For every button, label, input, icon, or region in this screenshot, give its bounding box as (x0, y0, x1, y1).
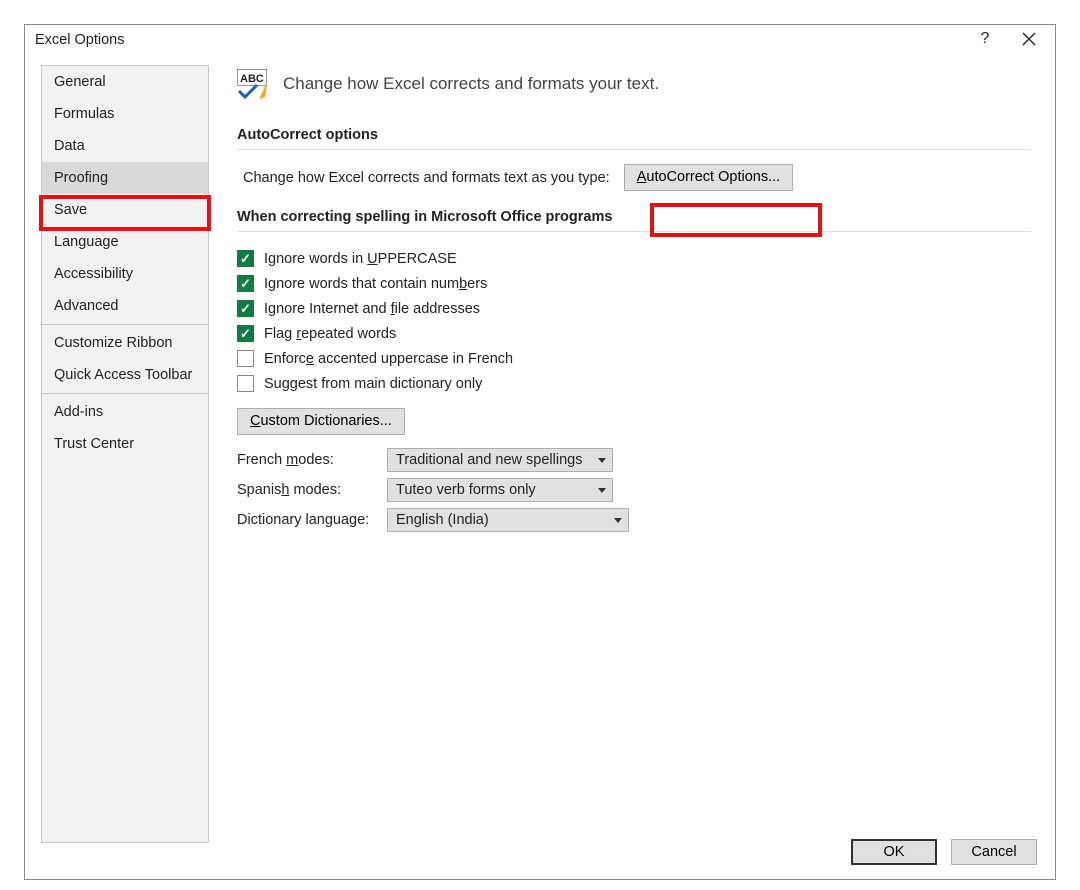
help-button[interactable]: ? (969, 25, 1001, 53)
form-row: French modes: Traditional and new spellin… (237, 445, 1031, 475)
section-heading-autocorrect: AutoCorrect options (237, 127, 1031, 143)
combo-box[interactable]: English (India) (387, 508, 629, 532)
sidebar-separator (42, 324, 208, 325)
checkbox-label[interactable]: Enforce accented uppercase in French (264, 351, 513, 367)
spelling-form-rows: French modes: Traditional and new spellin… (237, 445, 1031, 535)
sidebar-item-add-ins[interactable]: Add-ins (42, 396, 208, 428)
form-label: French modes: (237, 452, 387, 468)
dialog-footer: OK Cancel (851, 839, 1037, 865)
divider (237, 231, 1031, 232)
cancel-button[interactable]: Cancel (951, 839, 1037, 865)
autocorrect-options-button[interactable]: AutoCorrect Options... (624, 164, 793, 191)
combo-box[interactable]: Traditional and new spellings (387, 448, 613, 472)
autocorrect-row: Change how Excel corrects and formats te… (243, 164, 1031, 191)
form-row: Dictionary language: English (India) (237, 505, 1031, 535)
checkbox-row: Ignore words in UPPERCASE (237, 246, 1031, 271)
combo-value: English (India) (396, 512, 489, 528)
excel-options-dialog: Excel Options ? GeneralFormulasDataProof… (24, 24, 1056, 880)
sidebar-item-proofing[interactable]: Proofing (42, 162, 208, 194)
chevron-down-icon (598, 458, 606, 463)
checkbox[interactable] (237, 375, 254, 392)
dialog-title: Excel Options (35, 32, 124, 48)
combo-value: Traditional and new spellings (396, 452, 582, 468)
sidebar-item-trust-center[interactable]: Trust Center (42, 428, 208, 460)
checkbox[interactable] (237, 250, 254, 267)
form-label: Dictionary language: (237, 512, 387, 528)
sidebar-separator (42, 393, 208, 394)
checkbox-label[interactable]: Suggest from main dictionary only (264, 376, 482, 392)
section-heading-spelling: When correcting spelling in Microsoft Of… (237, 209, 1031, 225)
checkbox[interactable] (237, 275, 254, 292)
sidebar-item-save[interactable]: Save (42, 194, 208, 226)
options-sidebar: GeneralFormulasDataProofingSaveLanguageA… (41, 65, 209, 843)
checkbox-row: Suggest from main dictionary only (237, 371, 1031, 396)
sidebar-item-customize-ribbon[interactable]: Customize Ribbon (42, 327, 208, 359)
checkbox-row: Ignore Internet and file addresses (237, 296, 1031, 321)
custom-dictionaries-button[interactable]: Custom Dictionaries... (237, 408, 405, 435)
autocorrect-label: Change how Excel corrects and formats te… (243, 170, 610, 186)
page-title: Change how Excel corrects and formats yo… (283, 74, 659, 94)
checkbox[interactable] (237, 325, 254, 342)
combo-value: Tuteo verb forms only (396, 482, 536, 498)
sidebar-item-data[interactable]: Data (42, 130, 208, 162)
checkbox[interactable] (237, 300, 254, 317)
checkbox-label[interactable]: Ignore Internet and file addresses (264, 301, 480, 317)
checkbox-row: Ignore words that contain numbers (237, 271, 1031, 296)
sidebar-item-advanced[interactable]: Advanced (42, 290, 208, 322)
divider (237, 149, 1031, 150)
checkbox-row: Enforce accented uppercase in French (237, 346, 1031, 371)
checkbox-label[interactable]: Ignore words that contain numbers (264, 276, 487, 292)
spelling-checkboxes: Ignore words in UPPERCASE Ignore words th… (237, 246, 1031, 396)
sidebar-item-general[interactable]: General (42, 66, 208, 98)
sidebar-item-language[interactable]: Language (42, 226, 208, 258)
checkbox-label[interactable]: Flag repeated words (264, 326, 396, 342)
close-icon (1022, 32, 1036, 46)
form-label: Spanish modes: (237, 482, 387, 498)
checkbox-row: Flag repeated words (237, 321, 1031, 346)
combo-box[interactable]: Tuteo verb forms only (387, 478, 613, 502)
proofing-icon: ABC (237, 69, 269, 99)
sidebar-item-quick-access-toolbar[interactable]: Quick Access Toolbar (42, 359, 208, 391)
titlebar: Excel Options ? (25, 25, 1055, 53)
form-row: Spanish modes: Tuteo verb forms only (237, 475, 1031, 505)
page-header: ABC Change how Excel corrects and format… (237, 69, 1031, 99)
svg-text:ABC: ABC (240, 73, 264, 85)
sidebar-item-accessibility[interactable]: Accessibility (42, 258, 208, 290)
sidebar-item-formulas[interactable]: Formulas (42, 98, 208, 130)
chevron-down-icon (614, 518, 622, 523)
ok-button[interactable]: OK (851, 839, 937, 865)
content-pane: ABC Change how Excel corrects and format… (209, 53, 1055, 843)
chevron-down-icon (598, 488, 606, 493)
close-button[interactable] (1009, 25, 1049, 53)
checkbox[interactable] (237, 350, 254, 367)
checkbox-label[interactable]: Ignore words in UPPERCASE (264, 251, 457, 267)
